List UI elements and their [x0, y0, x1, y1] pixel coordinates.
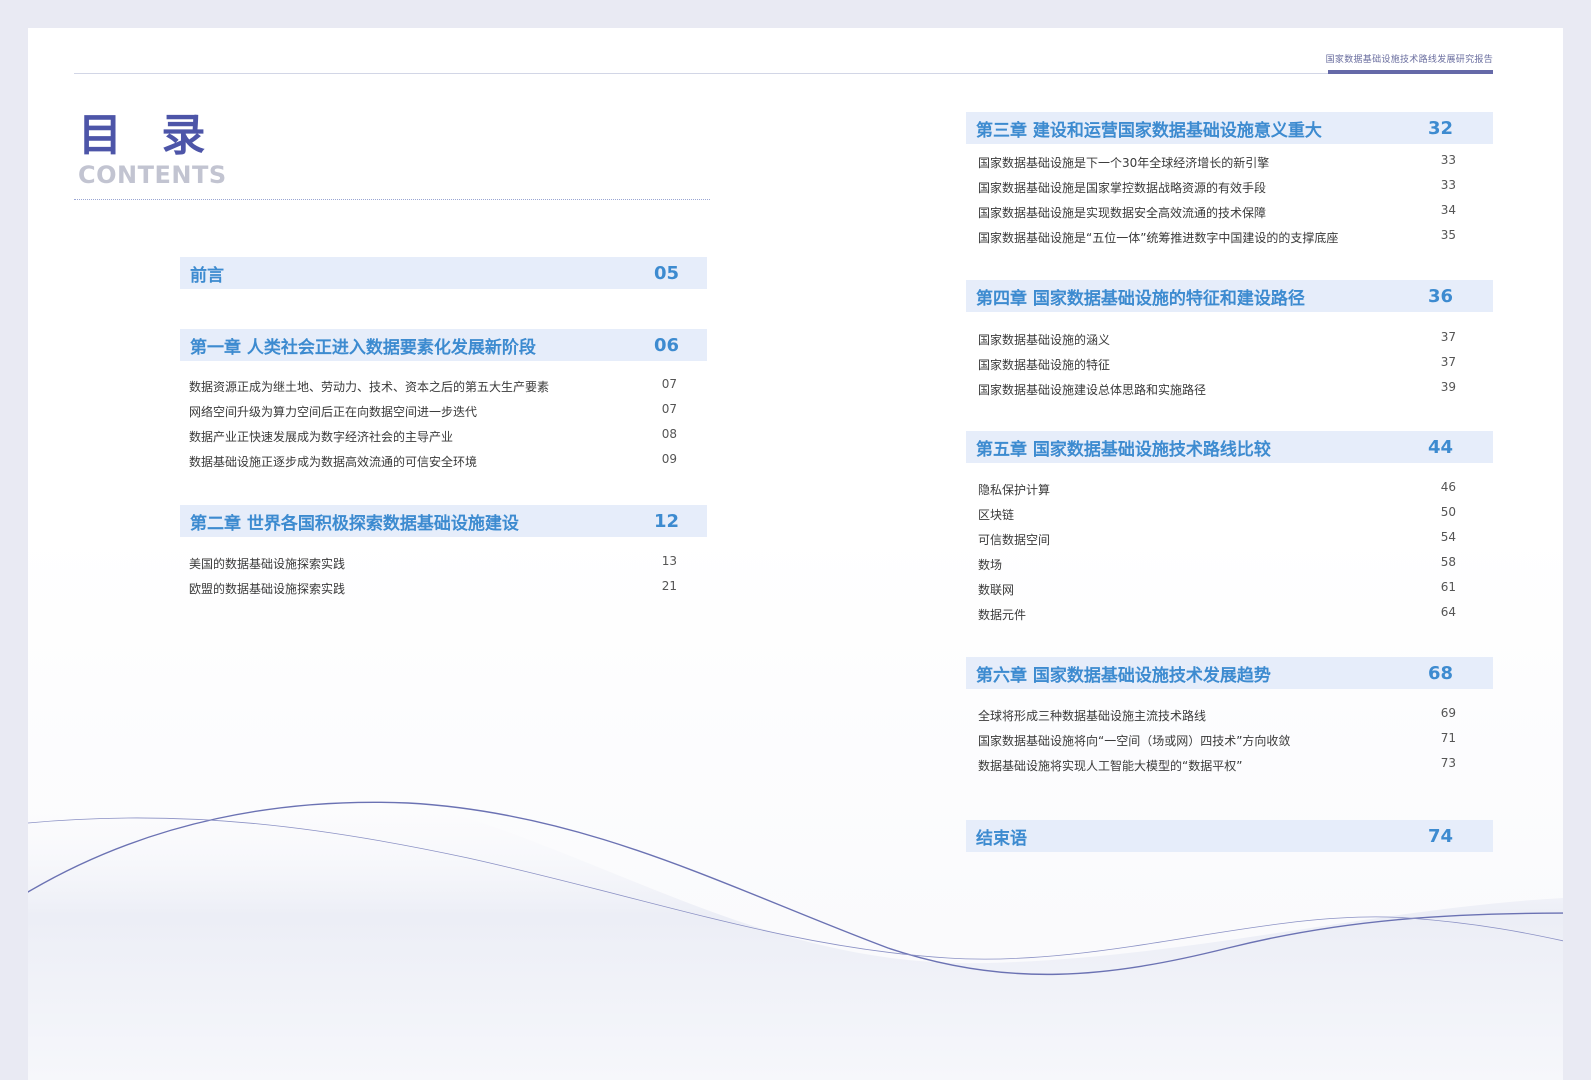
item-title: 数场 — [978, 558, 1003, 572]
toc-item[interactable]: 数据基础设施正逐步成为数据高效流通的可信安全环境 09 — [189, 452, 677, 472]
item-title: 国家数据基础设施是国家掌控数据战略资源的有效手段 — [978, 181, 1267, 195]
chapter-title: 第五章 国家数据基础设施技术路线比较 — [976, 439, 1271, 460]
item-title: 美国的数据基础设施探索实践 — [189, 557, 346, 571]
toc-chapter-conclusion[interactable]: 结束语 74 — [966, 820, 1493, 852]
chapter-page: 74 — [1427, 825, 1453, 847]
chapter-title: 第六章 国家数据基础设施技术发展趋势 — [976, 665, 1271, 686]
item-page: 09 — [661, 452, 677, 466]
item-title: 国家数据基础设施是“五位一体”统筹推进数字中国建设的的支撑底座 — [978, 231, 1339, 245]
toc-item[interactable]: 网络空间升级为算力空间后正在向数据空间进一步迭代 07 — [189, 402, 677, 422]
item-title: 数据资源正成为继土地、劳动力、技术、资本之后的第五大生产要素 — [189, 380, 550, 394]
toc-item[interactable]: 区块链 50 — [978, 505, 1456, 525]
item-page: 33 — [1440, 178, 1456, 192]
chapter-title: 前言 — [190, 265, 224, 286]
item-title: 国家数据基础设施是下一个30年全球经济增长的新引擎 — [978, 156, 1270, 170]
item-title: 国家数据基础设施的特征 — [978, 358, 1111, 372]
item-page: 21 — [661, 579, 677, 593]
toc-page: 国家数据基础设施技术路线发展研究报告 目 录 CONTENTS 前言 05 第一… — [28, 28, 1563, 1080]
chapter-title: 第四章 国家数据基础设施的特征和建设路径 — [976, 288, 1305, 309]
chapter-title: 第三章 建设和运营国家数据基础设施意义重大 — [976, 120, 1322, 141]
item-title: 区块链 — [978, 508, 1015, 522]
item-title: 全球将形成三种数据基础设施主流技术路线 — [978, 709, 1207, 723]
item-page: 54 — [1440, 530, 1456, 544]
item-title: 数据产业正快速发展成为数字经济社会的主导产业 — [189, 430, 454, 444]
item-title: 可信数据空间 — [978, 533, 1051, 547]
header-accent-bar — [1328, 70, 1493, 74]
toc-item[interactable]: 国家数据基础设施是国家掌控数据战略资源的有效手段 33 — [978, 178, 1456, 198]
title-divider — [74, 199, 710, 200]
header-rule — [74, 73, 1493, 74]
item-title: 网络空间升级为算力空间后正在向数据空间进一步迭代 — [189, 405, 478, 419]
toc-item[interactable]: 国家数据基础设施将向“一空间（场或网）四技术”方向收敛 71 — [978, 731, 1456, 751]
toc-item[interactable]: 数据基础设施将实现人工智能大模型的“数据平权” 73 — [978, 756, 1456, 776]
item-page: 69 — [1440, 706, 1456, 720]
chapter-page: 06 — [653, 334, 679, 356]
item-page: 50 — [1440, 505, 1456, 519]
item-title: 国家数据基础设施将向“一空间（场或网）四技术”方向收敛 — [978, 734, 1291, 748]
item-page: 73 — [1440, 756, 1456, 770]
item-title: 国家数据基础设施建设总体思路和实施路径 — [978, 383, 1207, 397]
toc-chapter-4[interactable]: 第四章 国家数据基础设施的特征和建设路径 36 — [966, 280, 1493, 312]
toc-chapter-1[interactable]: 第一章 人类社会正进入数据要素化发展新阶段 06 — [180, 329, 707, 361]
toc-item[interactable]: 数据元件 64 — [978, 605, 1456, 625]
chapter-title: 第二章 世界各国积极探索数据基础设施建设 — [190, 513, 519, 534]
item-page: 35 — [1440, 228, 1456, 242]
item-page: 58 — [1440, 555, 1456, 569]
chapter-page: 12 — [653, 510, 679, 532]
chapter-page: 05 — [653, 262, 679, 284]
chapter-page: 44 — [1427, 436, 1453, 458]
toc-item[interactable]: 国家数据基础设施的特征 37 — [978, 355, 1456, 375]
item-title: 数联网 — [978, 583, 1015, 597]
toc-item[interactable]: 数据产业正快速发展成为数字经济社会的主导产业 08 — [189, 427, 677, 447]
report-header-title: 国家数据基础设施技术路线发展研究报告 — [1325, 55, 1493, 65]
item-page: 08 — [661, 427, 677, 441]
toc-item[interactable]: 国家数据基础设施是下一个30年全球经济增长的新引擎 33 — [978, 153, 1456, 173]
item-title: 欧盟的数据基础设施探索实践 — [189, 582, 346, 596]
toc-item[interactable]: 全球将形成三种数据基础设施主流技术路线 69 — [978, 706, 1456, 726]
toc-item[interactable]: 隐私保护计算 46 — [978, 480, 1456, 500]
item-page: 34 — [1440, 203, 1456, 217]
item-title: 数据基础设施将实现人工智能大模型的“数据平权” — [978, 759, 1243, 773]
toc-chapter-2[interactable]: 第二章 世界各国积极探索数据基础设施建设 12 — [180, 505, 707, 537]
toc-chapter-5[interactable]: 第五章 国家数据基础设施技术路线比较 44 — [966, 431, 1493, 463]
toc-item[interactable]: 国家数据基础设施是实现数据安全高效流通的技术保障 34 — [978, 203, 1456, 223]
chapter-page: 68 — [1427, 662, 1453, 684]
toc-item[interactable]: 数场 58 — [978, 555, 1456, 575]
chapter-page: 36 — [1427, 285, 1453, 307]
item-page: 71 — [1440, 731, 1456, 745]
toc-chapter-preface[interactable]: 前言 05 — [180, 257, 707, 289]
toc-item[interactable]: 国家数据基础设施是“五位一体”统筹推进数字中国建设的的支撑底座 35 — [978, 228, 1456, 248]
item-page: 37 — [1440, 330, 1456, 344]
toc-item[interactable]: 可信数据空间 54 — [978, 530, 1456, 550]
item-page: 07 — [661, 377, 677, 391]
item-page: 07 — [661, 402, 677, 416]
toc-subtitle: CONTENTS — [78, 161, 227, 189]
chapter-page: 32 — [1427, 117, 1453, 139]
toc-item[interactable]: 国家数据基础设施建设总体思路和实施路径 39 — [978, 380, 1456, 400]
item-page: 37 — [1440, 355, 1456, 369]
item-page: 64 — [1440, 605, 1456, 619]
toc-title: 目 录 — [78, 110, 218, 161]
toc-chapter-6[interactable]: 第六章 国家数据基础设施技术发展趋势 68 — [966, 657, 1493, 689]
item-title: 国家数据基础设施是实现数据安全高效流通的技术保障 — [978, 206, 1267, 220]
item-title: 数据元件 — [978, 608, 1027, 622]
item-page: 33 — [1440, 153, 1456, 167]
chapter-title: 结束语 — [976, 828, 1027, 849]
item-title: 数据基础设施正逐步成为数据高效流通的可信安全环境 — [189, 455, 478, 469]
item-page: 46 — [1440, 480, 1456, 494]
item-title: 隐私保护计算 — [978, 483, 1051, 497]
toc-item[interactable]: 欧盟的数据基础设施探索实践 21 — [189, 579, 677, 599]
toc-item[interactable]: 数据资源正成为继土地、劳动力、技术、资本之后的第五大生产要素 07 — [189, 377, 677, 397]
item-title: 国家数据基础设施的涵义 — [978, 333, 1111, 347]
chapter-title: 第一章 人类社会正进入数据要素化发展新阶段 — [190, 337, 536, 358]
toc-item[interactable]: 国家数据基础设施的涵义 37 — [978, 330, 1456, 350]
toc-item[interactable]: 美国的数据基础设施探索实践 13 — [189, 554, 677, 574]
item-page: 39 — [1440, 380, 1456, 394]
toc-item[interactable]: 数联网 61 — [978, 580, 1456, 600]
item-page: 61 — [1440, 580, 1456, 594]
toc-chapter-3[interactable]: 第三章 建设和运营国家数据基础设施意义重大 32 — [966, 112, 1493, 144]
item-page: 13 — [661, 554, 677, 568]
